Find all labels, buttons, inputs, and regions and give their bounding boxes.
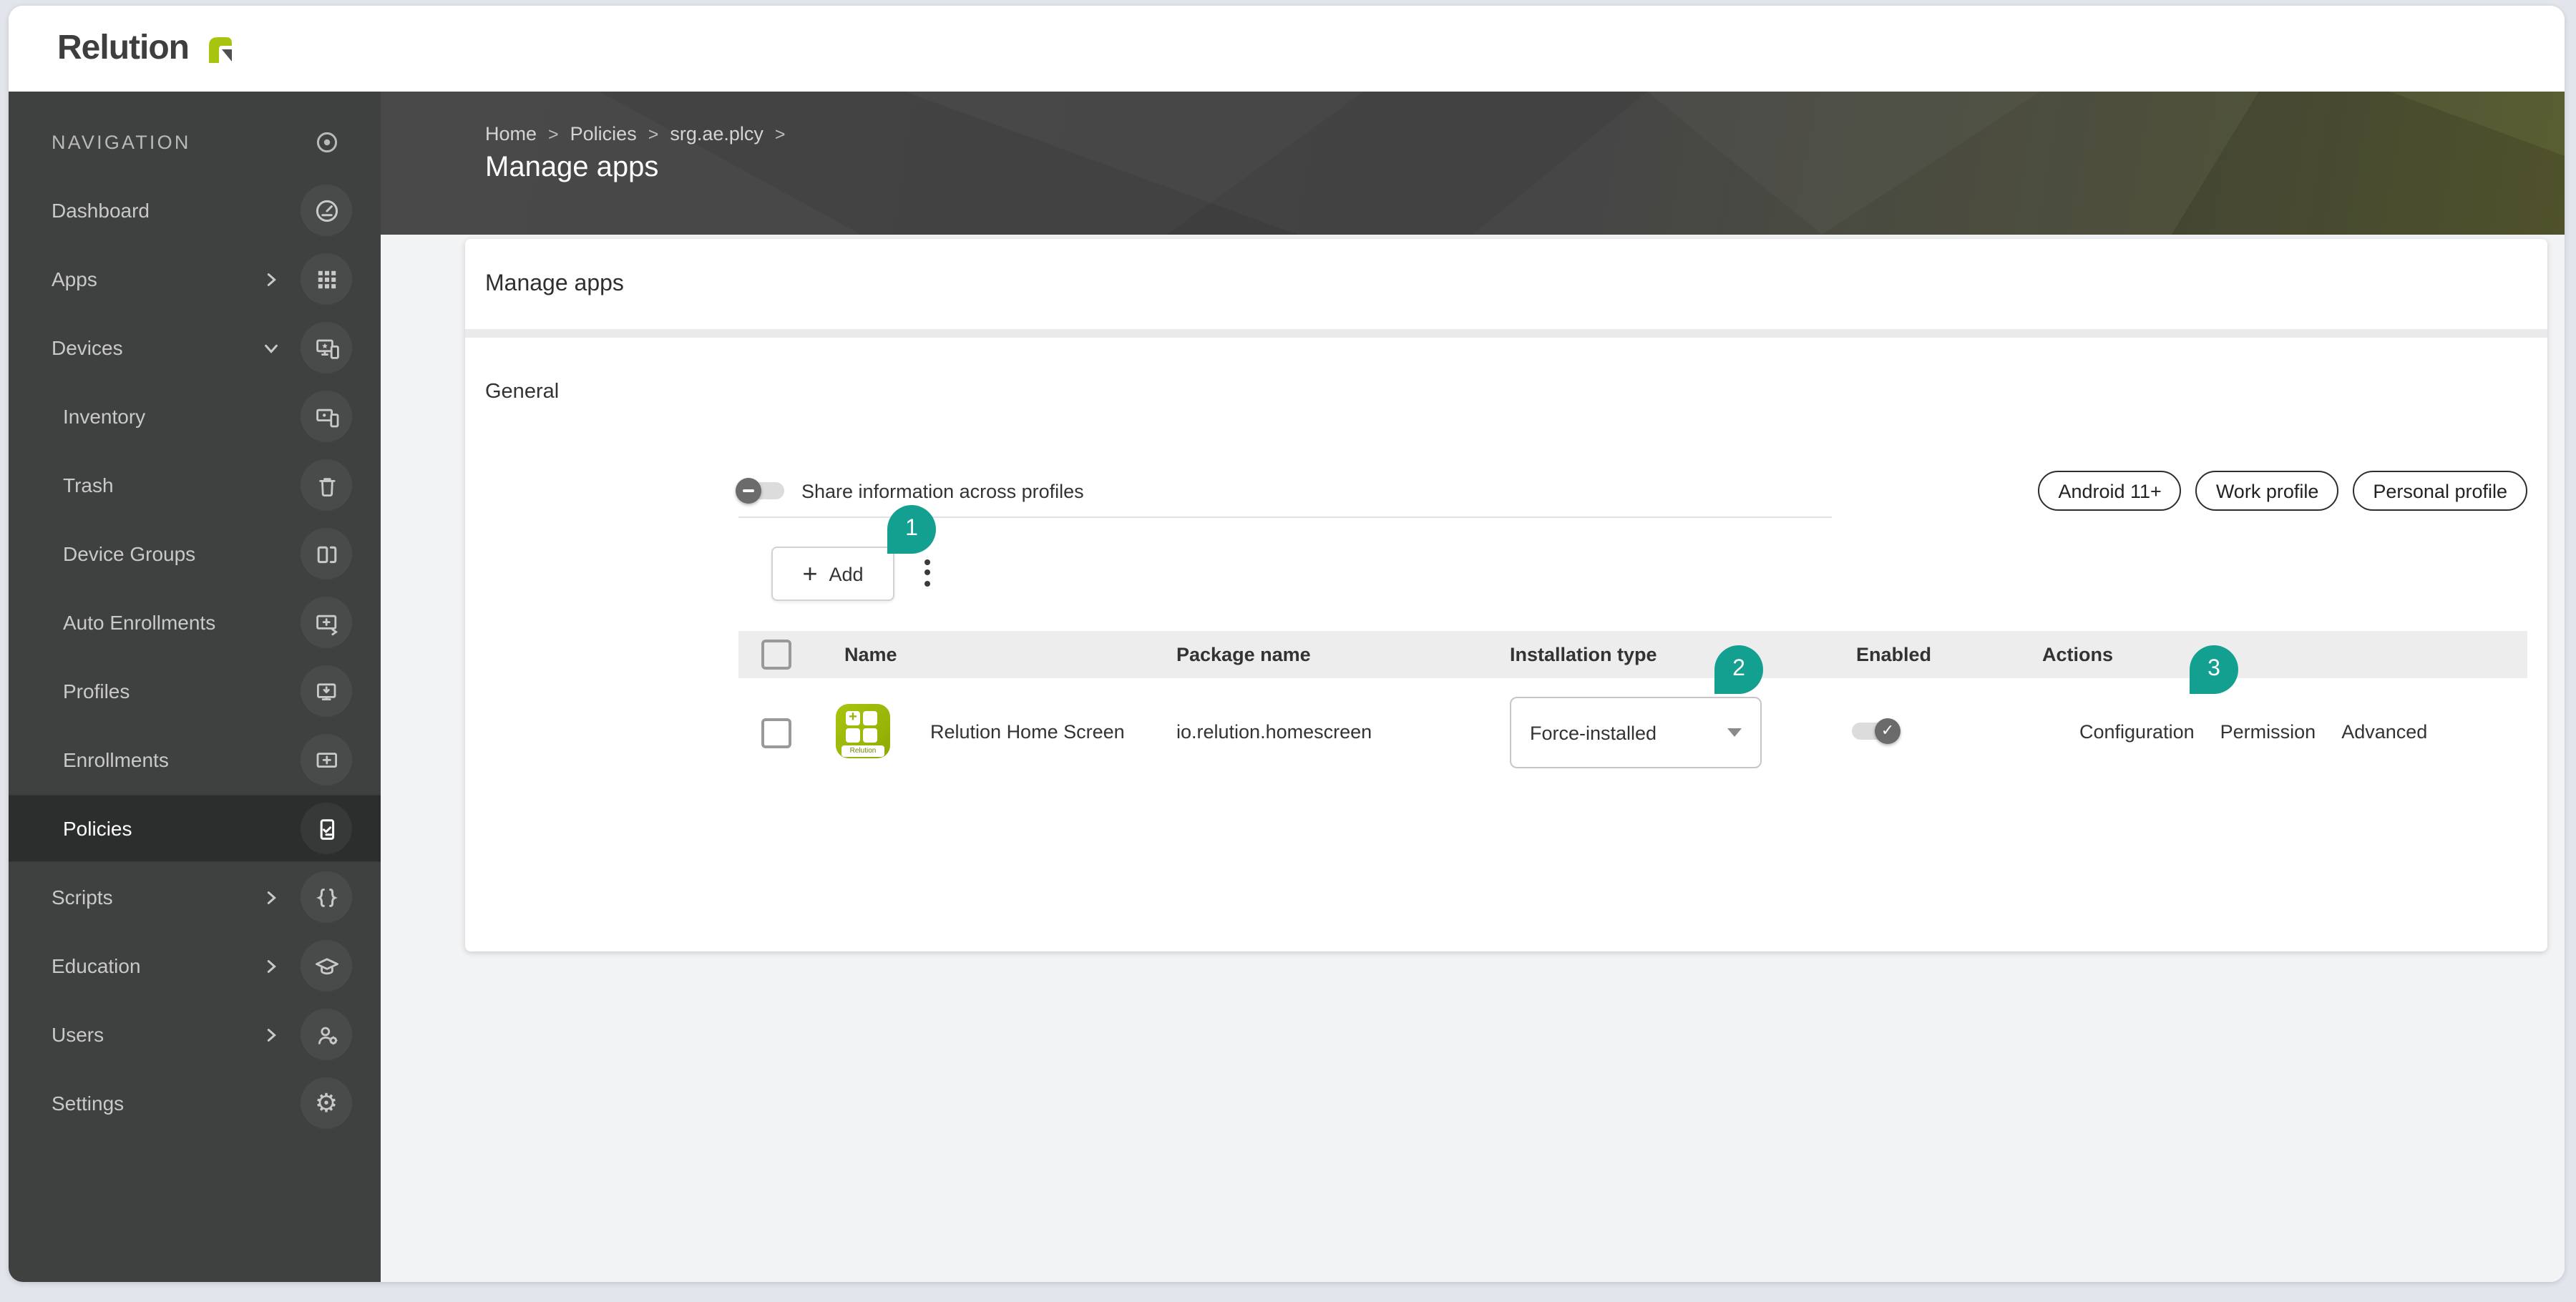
sidebar-item-scripts[interactable]: Scripts [9, 863, 381, 931]
chevron-right-icon [262, 1025, 280, 1044]
column-header-name: Name [844, 644, 897, 665]
plus-icon: + [846, 710, 860, 725]
table-header: Name Package name Installation type Enab… [738, 631, 2527, 678]
badge-personal-profile: Personal profile [2353, 471, 2527, 511]
sidebar-item-auto-enrollments[interactable]: Auto Enrollments [9, 588, 381, 657]
chevron-right-icon [262, 956, 280, 975]
gear-icon: ⚙ [301, 1077, 352, 1129]
sidebar-item-education[interactable]: Education [9, 931, 381, 1000]
sidebar-item-devices[interactable]: Devices [9, 313, 381, 382]
advanced-link[interactable]: Advanced [2341, 720, 2427, 742]
main-content: Home > Policies > srg.ae.plcy > Manage a… [381, 92, 2565, 1282]
sidebar-item-apps[interactable]: Apps [9, 245, 381, 313]
sidebar-item-users[interactable]: Users [9, 1000, 381, 1069]
policies-icon [301, 803, 352, 854]
chevron-down-icon [262, 338, 280, 357]
plus-icon: + [802, 559, 818, 587]
breadcrumb-separator: > [548, 124, 559, 144]
stage: Relution NAVIGATION Dashboard Apps Devic… [0, 0, 2576, 1302]
device-groups-icon [301, 528, 352, 579]
page-banner: Home > Policies > srg.ae.plcy > Manage a… [381, 92, 2565, 235]
relution-logo-text: Relution [57, 29, 190, 67]
page-title: Manage apps [485, 152, 659, 183]
sidebar-item-device-groups[interactable]: Device Groups [9, 519, 381, 588]
breadcrumb-policy-name[interactable]: srg.ae.plcy [670, 123, 763, 145]
select-all-checkbox[interactable] [761, 640, 791, 670]
manage-apps-card: Manage apps General Share information ac… [465, 239, 2547, 951]
app-icon-label: Relution [841, 745, 884, 757]
graduation-cap-icon [301, 940, 352, 992]
breadcrumb-policies[interactable]: Policies [570, 123, 637, 145]
callout-1: 1 [887, 505, 936, 554]
row-checkbox[interactable] [761, 718, 791, 748]
relution-home-screen-app-icon: + Relution [836, 704, 890, 758]
devices-icon [301, 322, 352, 373]
apps-grid-icon [301, 253, 352, 305]
configuration-link[interactable]: Configuration [2079, 720, 2195, 742]
sidebar: NAVIGATION Dashboard Apps Devices Invent… [9, 92, 381, 1282]
chevron-right-icon [262, 888, 280, 906]
column-header-actions: Actions [2042, 644, 2114, 665]
sidebar-item-inventory[interactable]: Inventory [9, 382, 381, 451]
inventory-icon [301, 391, 352, 442]
toggle-knob [736, 478, 761, 504]
table-row: + Relution Relution Home Screen io.relut… [738, 691, 2527, 771]
app-name: Relution Home Screen [930, 720, 1125, 742]
sidebar-item-profiles[interactable]: Profiles [9, 657, 381, 725]
sidebar-item-policies[interactable]: Policies [9, 794, 381, 863]
share-toggle-label: Share information across profiles [801, 480, 1084, 501]
add-button[interactable]: + Add [771, 547, 894, 601]
card-title: Manage apps [485, 271, 624, 295]
target-icon[interactable] [301, 116, 352, 167]
code-braces-icon [301, 871, 352, 923]
installation-type-select[interactable]: Force-installed [1510, 697, 1762, 768]
app-window: Relution NAVIGATION Dashboard Apps Devic… [9, 6, 2565, 1282]
column-header-enabled: Enabled [1856, 644, 1932, 665]
column-header-installation-type: Installation type [1510, 644, 1657, 665]
top-bar: Relution [9, 6, 2565, 92]
enabled-toggle[interactable]: ✓ [1852, 718, 1901, 744]
installation-type-value: Force-installed [1530, 722, 1657, 743]
gauge-icon [301, 185, 352, 236]
relution-logo-icon [203, 31, 238, 66]
breadcrumb-home[interactable]: Home [485, 123, 537, 145]
share-toggle[interactable] [736, 478, 784, 504]
breadcrumb-separator: > [648, 124, 659, 144]
section-label-general: General [485, 381, 560, 403]
profiles-icon [301, 665, 352, 717]
user-gear-icon [301, 1009, 352, 1060]
chevron-right-icon [262, 270, 280, 288]
breadcrumb-separator: > [774, 124, 786, 144]
toggle-knob: ✓ [1875, 718, 1901, 744]
caret-down-icon [1727, 728, 1742, 737]
card-divider-band [465, 329, 2547, 338]
row-actions: Configuration Permission Advanced [2079, 691, 2427, 771]
sidebar-item-settings[interactable]: Settings ⚙ [9, 1069, 381, 1137]
package-name: io.relution.homescreen [1176, 720, 1372, 742]
breadcrumb: Home > Policies > srg.ae.plcy > [485, 123, 786, 145]
minus-icon [743, 489, 754, 492]
column-header-package-name: Package name [1176, 644, 1311, 665]
sidebar-item-dashboard[interactable]: Dashboard [9, 176, 381, 245]
sidebar-item-enrollments[interactable]: Enrollments [9, 725, 381, 794]
callout-3: 3 [2190, 645, 2238, 694]
profile-badges: Android 11+ Work profile Personal profil… [2038, 471, 2527, 511]
add-button-label: Add [829, 563, 864, 584]
share-toggle-row: Share information across profiles Androi… [736, 468, 2527, 514]
check-icon: ✓ [1880, 722, 1895, 739]
badge-work-profile: Work profile [2195, 471, 2339, 511]
permission-link[interactable]: Permission [2220, 720, 2316, 742]
enrollments-icon [301, 734, 352, 785]
app-body: NAVIGATION Dashboard Apps Devices Invent… [9, 92, 2565, 1282]
trash-icon [301, 459, 352, 511]
badge-android: Android 11+ [2038, 471, 2182, 511]
sidebar-item-trash[interactable]: Trash [9, 451, 381, 519]
sidebar-section-navigation: NAVIGATION [9, 107, 381, 176]
auto-enrollment-icon [301, 597, 352, 648]
kebab-menu-icon[interactable] [914, 551, 940, 594]
callout-2: 2 [1714, 645, 1763, 694]
